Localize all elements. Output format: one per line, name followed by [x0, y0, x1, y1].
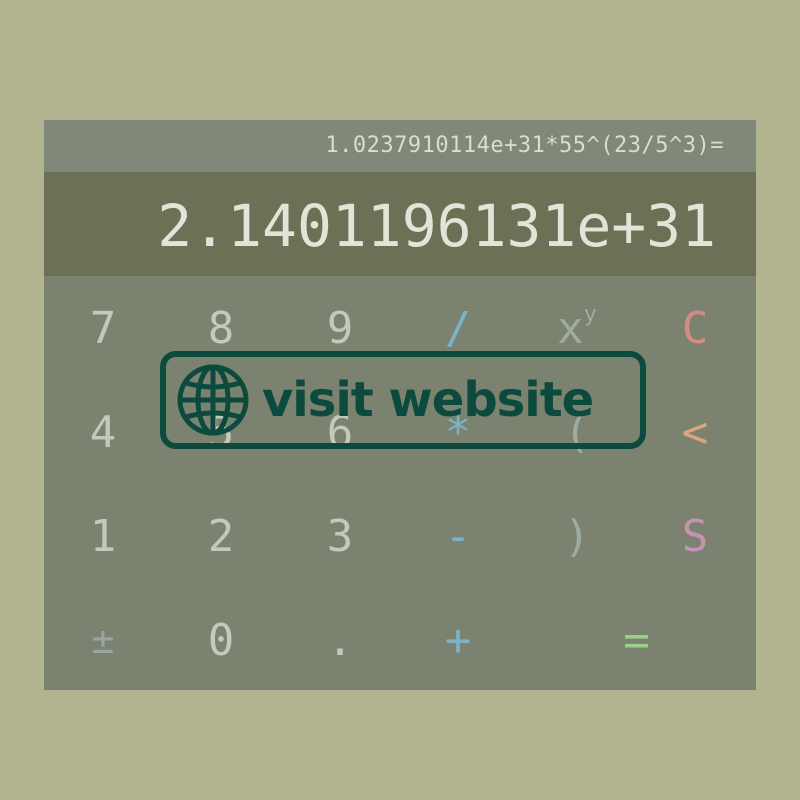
key-plus-minus[interactable]: ±: [44, 588, 162, 692]
power-base: x: [557, 302, 584, 354]
power-exponent: y: [583, 301, 597, 327]
key-minus[interactable]: -: [399, 484, 517, 588]
key-close-paren[interactable]: ): [518, 484, 636, 588]
key-store[interactable]: S: [636, 484, 754, 588]
visit-website-label: visit website: [262, 372, 594, 428]
visit-website-button[interactable]: visit website: [160, 351, 646, 449]
expression-display: 1.0237910114e+31*55^(23/5^3)=: [44, 120, 756, 172]
key-7[interactable]: 7: [44, 276, 162, 380]
result-display: 2.1401196131e+31: [44, 172, 756, 276]
key-3[interactable]: 3: [281, 484, 399, 588]
key-0[interactable]: 0: [162, 588, 280, 692]
key-2[interactable]: 2: [162, 484, 280, 588]
result-text: 2.1401196131e+31: [157, 192, 716, 260]
key-decimal[interactable]: .: [281, 588, 399, 692]
key-4[interactable]: 4: [44, 380, 162, 484]
key-backspace[interactable]: <: [636, 380, 754, 484]
globe-icon: [174, 361, 252, 439]
key-1[interactable]: 1: [44, 484, 162, 588]
key-plus[interactable]: +: [399, 588, 517, 692]
expression-text: 1.0237910114e+31*55^(23/5^3)=: [325, 133, 724, 158]
key-equals[interactable]: =: [518, 588, 755, 692]
key-clear[interactable]: C: [636, 276, 754, 380]
